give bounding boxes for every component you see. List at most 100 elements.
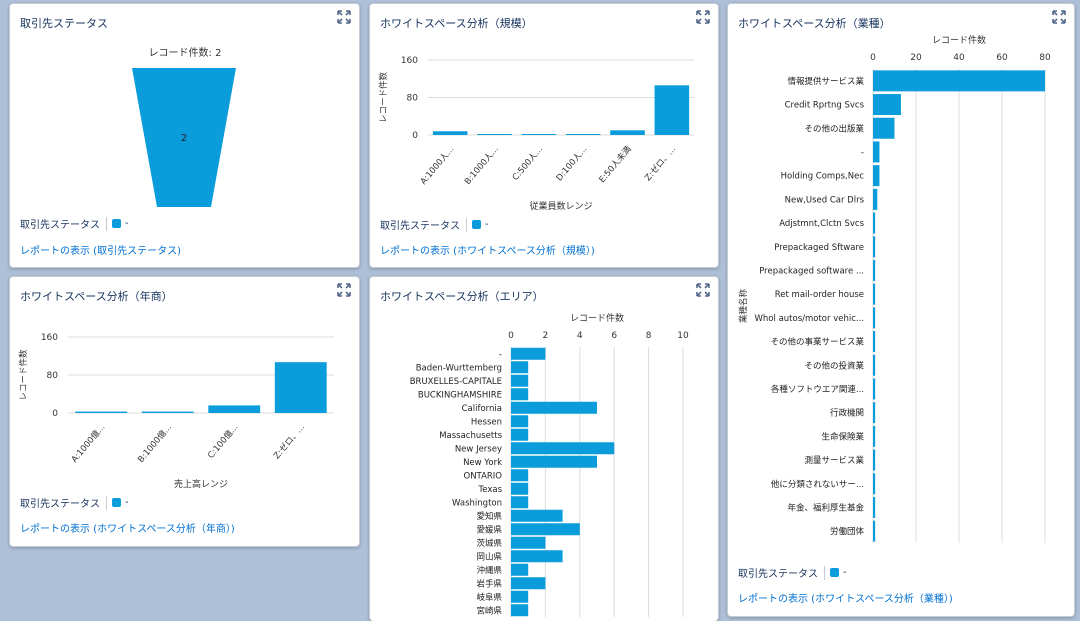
report-link[interactable]: レポートの表示 (ホワイトスペース分析（規模）) — [380, 242, 595, 257]
y-tick-label: 0 — [52, 409, 58, 419]
y-tick-label: 160 — [401, 56, 418, 66]
x-tick-label: 60 — [996, 53, 1008, 63]
x-tick-label: 40 — [953, 53, 965, 63]
bar — [511, 536, 546, 549]
bar — [873, 212, 876, 234]
y-tick-label: 測量サービス業 — [804, 455, 864, 466]
x-tick-label: 4 — [577, 331, 583, 341]
y-tick-label: - — [499, 350, 502, 360]
legend-label: 取引先ステータス — [738, 569, 818, 580]
x-tick-label: Z:ゼロ、... — [643, 144, 679, 183]
y-tick-label: 情報提供サービス業 — [787, 76, 864, 87]
x-tick-label: 8 — [646, 331, 652, 341]
bar — [511, 469, 529, 482]
bar — [873, 141, 880, 163]
x-tick-label: A:1000人... — [419, 145, 457, 187]
legend-label: 取引先ステータス — [20, 220, 100, 231]
report-link[interactable]: レポートの表示 (ホワイトスペース分析（業種）) — [738, 590, 953, 605]
legend-swatch — [472, 220, 481, 229]
y-tick-label: 岩手県 — [476, 578, 502, 589]
report-link[interactable]: レポートの表示 (取引先ステータス) — [20, 242, 181, 257]
legend-item: - — [843, 567, 847, 578]
y-tick-label: 80 — [407, 94, 419, 104]
bar — [873, 354, 876, 376]
report-link[interactable]: レポートの表示 (ホワイトスペース分析（年商）) — [20, 520, 235, 535]
x-axis-label: レコード件数 — [570, 312, 624, 324]
x-tick-label: 20 — [910, 53, 922, 63]
legend-swatch — [112, 498, 121, 507]
y-tick-label: Baden-Wurttemberg — [416, 363, 502, 373]
y-tick-label: 岐阜県 — [476, 592, 502, 603]
bar — [208, 405, 261, 413]
panel-revenue: ホワイトスペース分析（年商） 0 80 160 A:1000億... B:1000億..… — [9, 276, 360, 547]
bar — [511, 374, 529, 387]
bar-chart: 0 80 160 A:1000億... B:1000億... C:100億... Z:ゼロ、… — [18, 333, 334, 490]
legend: 取引先ステータス - — [20, 495, 129, 510]
x-tick-label: C:500人... — [511, 145, 545, 183]
x-tick-label: E:50人未満 — [597, 143, 634, 185]
bar — [873, 331, 876, 353]
x-tick-label: A:1000億... — [69, 422, 107, 465]
y-tick-label: 宮崎県 — [476, 605, 502, 616]
bar — [873, 520, 876, 542]
y-tick-label: 各種ソフトウエア関連... — [771, 384, 864, 395]
bar — [511, 523, 580, 536]
legend-item: - — [125, 497, 129, 508]
bar — [511, 442, 615, 455]
bar — [511, 509, 563, 522]
y-tick-label: Texas — [478, 485, 503, 495]
bar — [873, 473, 876, 495]
bar — [511, 361, 529, 374]
bar — [511, 563, 529, 576]
bar — [432, 131, 468, 135]
bar — [873, 70, 1045, 92]
y-tick-label: 愛媛県 — [476, 524, 502, 535]
x-tick-label: C:100億... — [205, 422, 240, 461]
y-tick-label: ONTARIO — [464, 471, 503, 481]
y-tick-label: Prepackaged software ... — [759, 266, 864, 276]
x-tick-label: Z:ゼロ、... — [271, 422, 307, 461]
bar — [565, 134, 601, 135]
x-tick-label: 10 — [677, 331, 689, 341]
bar — [873, 165, 880, 187]
bar — [274, 362, 327, 413]
bar — [873, 117, 895, 139]
legend-item: - — [485, 219, 489, 230]
bar — [511, 347, 546, 360]
x-tick-label: B:1000億... — [135, 422, 174, 465]
bar-chart: 0 80 160 A:1000人... B:1000人... C:500人... D:100… — [378, 56, 694, 212]
y-axis-label: レコード件数 — [378, 72, 389, 124]
panel-status: 取引先ステータス レコード件数: 2 2 取引先ステータス - レポートの表示 (取… — [9, 3, 360, 268]
bar — [521, 134, 557, 135]
bar — [873, 259, 876, 281]
y-tick-label: 茨城県 — [476, 538, 502, 549]
y-tick-label: New York — [463, 458, 502, 468]
x-tick-label: B:1000人... — [463, 145, 501, 187]
panel-area: ホワイトスペース分析（エリア） レコード件数 0 2 4 6 8 10- Baden-Wurt… — [369, 276, 719, 621]
bar — [511, 590, 529, 603]
y-tick-label: その他の投資業 — [804, 360, 864, 371]
legend-label: 取引先ステータス — [380, 221, 460, 232]
bar — [511, 496, 529, 509]
bar — [873, 236, 876, 258]
bar — [75, 411, 128, 413]
panel-scale: ホワイトスペース分析（規模） 0 80 160 A:1000人... B:1000人..… — [369, 3, 719, 268]
legend: 取引先ステータス - — [20, 216, 129, 231]
bar — [511, 604, 529, 617]
legend-swatch — [830, 568, 839, 577]
y-tick-label: New,Used Car Dlrs — [785, 195, 865, 205]
y-tick-label: 岡山県 — [476, 551, 502, 562]
y-tick-label: 生命保険業 — [821, 431, 864, 442]
bar — [873, 402, 876, 424]
legend: 取引先ステータス - — [738, 565, 847, 580]
y-tick-label: Holding Comps,Nec — [781, 172, 865, 182]
y-tick-label: 労働団体 — [830, 526, 865, 537]
y-tick-label: その他の事業サービス業 — [770, 337, 864, 348]
bar — [511, 401, 597, 414]
y-tick-label: New Jersey — [455, 444, 502, 454]
y-tick-label: Adjstmnt,Clctn Svcs — [779, 219, 864, 229]
bar — [511, 550, 563, 563]
legend-swatch — [112, 219, 121, 228]
bar — [873, 94, 901, 116]
bar — [511, 428, 529, 441]
